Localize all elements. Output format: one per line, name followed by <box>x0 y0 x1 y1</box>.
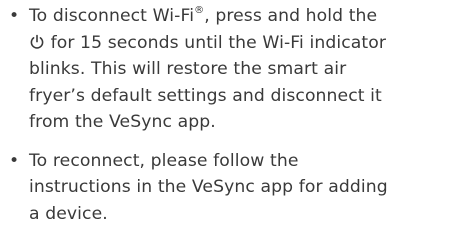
text-line: instructions in the VeSync app for addin… <box>29 177 388 197</box>
text-line: blinks. This will restore the smart air <box>29 59 347 79</box>
text-line: To disconnect Wi-Fi®, press and hold the <box>29 3 450 30</box>
text-segment: To disconnect Wi-Fi <box>29 6 195 26</box>
text-segment: , press and hold the <box>204 6 378 26</box>
text-line: for 15 seconds until the Wi-Fi indicator <box>29 30 450 57</box>
text-line: from the VeSync app. <box>29 112 216 132</box>
list-item: • To reconnect, please follow the instru… <box>0 148 450 228</box>
bullet-dot: • <box>9 6 20 26</box>
text-line: fryer’s default settings and disconnect … <box>29 85 382 106</box>
text-line: To reconnect, please follow the <box>29 150 299 171</box>
power-icon <box>30 34 44 49</box>
instruction-list: • To disconnect Wi-Fi®, press and hold t… <box>0 0 450 227</box>
bullet-dot: • <box>9 150 20 171</box>
text-segment: for 15 seconds until the Wi-Fi indicator <box>45 32 387 53</box>
registered-mark: ® <box>194 5 205 17</box>
text-line: a device. <box>29 203 108 224</box>
list-item: • To disconnect Wi-Fi®, press and hold t… <box>0 3 450 136</box>
